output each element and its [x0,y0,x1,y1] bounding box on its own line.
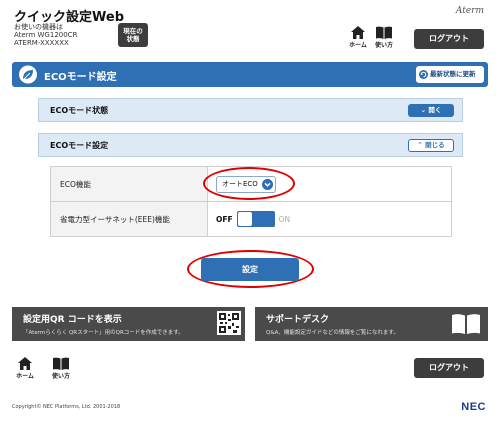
home-icon [351,26,365,39]
support-panel-description: Q&A、機能設定ガイドなどの情報をご覧になれます。 [266,330,399,336]
book-icon [376,26,392,39]
leaf-icon [19,65,37,84]
home-button[interactable]: ホーム [345,26,371,50]
status-button-line2: 状態 [126,35,140,43]
copyright-text: Copyright© NEC Platforms, Ltd. 2001-2018 [12,404,121,410]
eco-function-label: ECO機能 [50,166,208,202]
eco-function-select[interactable]: オートECO [216,175,276,193]
device-info-line: お使いの機器は [14,23,63,31]
header: クイック設定Web お使いの機器は Aterm WG1200CR ATERM-X… [0,0,500,56]
home-icon [18,357,32,370]
eco-status-section-header[interactable]: ECOモード状態 ⌄ 開く [38,98,463,122]
table-row: 省電力型イーサネット(EEE)機能 OFF ON [50,201,452,237]
eee-toggle[interactable]: OFF ON [216,211,290,227]
vendor-logo: NEC [461,401,486,413]
submit-button[interactable]: 設定 [201,258,299,281]
page-title: ECOモード設定 [44,72,117,83]
eco-status-section-title: ECOモード状態 [50,106,109,115]
toggle-knob[interactable] [237,212,252,226]
footer-howto-button[interactable]: 使い方 [48,357,74,381]
status-button-line1: 現在の [123,27,143,35]
toggle-on-label: ON [278,214,291,224]
footer-home-button[interactable]: ホーム [12,357,38,381]
eco-settings-section-title: ECOモード設定 [50,141,109,150]
eee-function-value-cell: OFF ON [207,201,452,237]
footer-logout-button[interactable]: ログアウト [414,358,484,378]
eco-function-selected: オートECO [222,179,258,188]
support-desk-panel[interactable]: サポートデスク Q&A、機能設定ガイドなどの情報をご覧になれます。 [255,307,488,341]
device-info: お使いの機器は Aterm WG1200CR ATERM-XXXXXX [14,23,77,47]
table-row: ECO機能 オートECO [50,166,452,202]
refresh-label: 最新状態に更新 [430,70,476,78]
home-label: ホーム [349,42,367,49]
device-name: ATERM-XXXXXX [14,39,69,47]
qr-panel-description: 「Atermらくらく QRスタート」用のQRコードを作成できます。 [23,330,184,336]
expand-button[interactable]: ⌄ 開く [408,104,454,117]
howto-label: 使い方 [374,42,393,49]
current-status-button[interactable]: 現在の 状態 [118,23,148,47]
chevron-down-icon: ⌄ [420,106,427,114]
eco-function-value-cell: オートECO [207,166,452,202]
brand-logo: Aterm [455,6,484,16]
book-icon [452,314,480,334]
collapse-button[interactable]: ⌃ 閉じる [408,139,454,152]
toggle-track[interactable] [236,211,275,227]
footer-home-label: ホーム [16,373,34,380]
toggle-off-label: OFF [216,214,233,224]
eco-settings-section-header[interactable]: ECOモード設定 ⌃ 閉じる [38,133,463,157]
eco-mode-title-bar: ECOモード設定 最新状態に更新 [12,62,488,87]
refresh-status-button[interactable]: 最新状態に更新 [416,66,484,83]
footer-howto-label: 使い方 [51,373,70,380]
device-model: Aterm WG1200CR [14,31,78,39]
book-icon [53,357,69,370]
settings-table: ECO機能 オートECO 省電力型イーサネット(EEE)機能 OFF ON [50,166,452,237]
eee-function-label: 省電力型イーサネット(EEE)機能 [50,201,208,237]
qr-code-icon [217,311,241,335]
qr-code-panel[interactable]: 設定用QR コードを表示 「Atermらくらく QRスタート」用のQRコードを作… [12,307,245,341]
howto-button[interactable]: 使い方 [371,26,397,50]
support-panel-title: サポートデスク [266,315,330,325]
logout-button[interactable]: ログアウト [414,29,484,49]
expand-label: 開く [428,106,442,114]
collapse-label: 閉じる [425,141,445,149]
chevron-up-icon: ⌃ [417,141,423,149]
qr-panel-title: 設定用QR コードを表示 [23,315,122,325]
refresh-icon [419,70,428,79]
chevron-down-icon [262,178,273,190]
